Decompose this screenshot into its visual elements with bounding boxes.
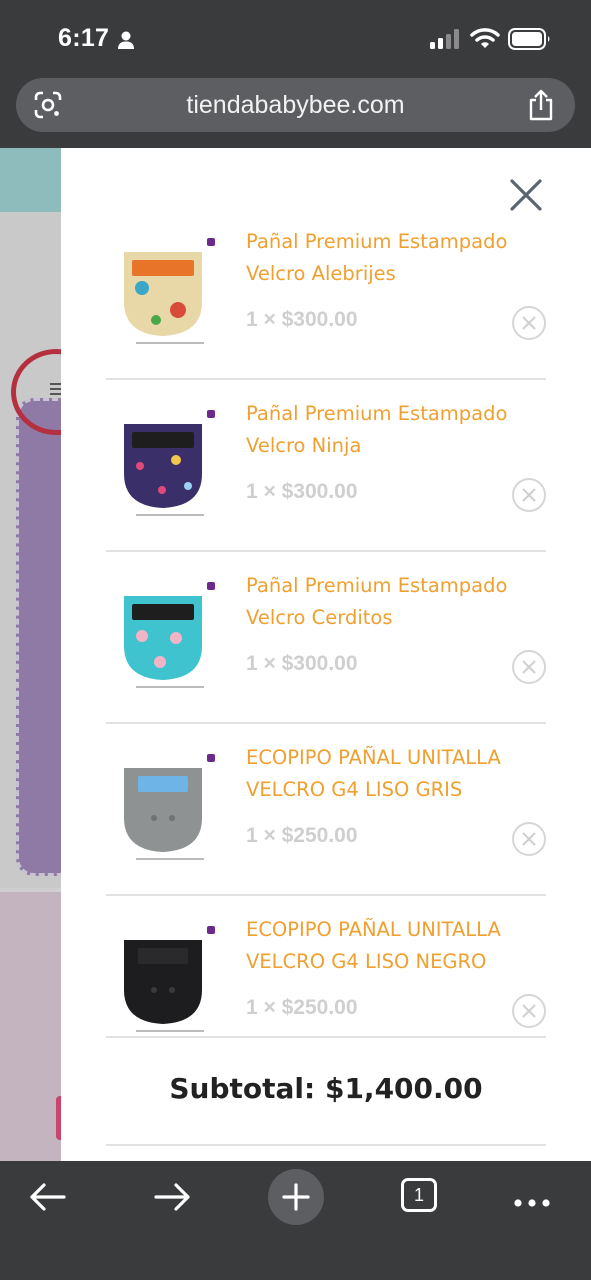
wifi-icon [470, 28, 500, 48]
hamburger-menu-icon [50, 383, 61, 395]
quantity-price: 1 × $300.00 [246, 308, 358, 331]
product-name-link[interactable]: Pañal Premium Estampado Velcro Ninja [246, 398, 546, 462]
product-name-link[interactable]: Pañal Premium Estampado Velcro Alebrijes [246, 226, 546, 290]
cellular-signal-icon [430, 29, 459, 49]
product-name-link[interactable]: ECOPIPO PAÑAL UNITALLA VELCRO G4 LISO GR… [246, 742, 546, 806]
remove-icon [522, 832, 536, 846]
page-footer-section [0, 892, 61, 1161]
browser-toolbar: 1 [0, 1161, 591, 1280]
remove-item-button[interactable] [512, 478, 546, 512]
back-arrow-icon[interactable] [20, 1169, 76, 1225]
status-bar: 6:17 [0, 0, 591, 76]
cart-item: Pañal Premium Estampado Velcro Ninja 1 ×… [106, 380, 546, 552]
remove-icon [522, 488, 536, 502]
more-menu-icon[interactable] [504, 1169, 560, 1225]
quantity-price: 1 × $300.00 [246, 652, 358, 675]
tab-switcher-button[interactable]: 1 [401, 1178, 437, 1212]
cart-item: ECOPIPO PAÑAL UNITALLA VELCRO G4 LISO GR… [106, 724, 546, 896]
divider [106, 1144, 546, 1146]
remove-item-button[interactable] [512, 822, 546, 856]
remove-item-button[interactable] [512, 994, 546, 1028]
new-tab-button[interactable] [268, 1169, 324, 1225]
remove-item-button[interactable] [512, 650, 546, 684]
address-bar[interactable]: tiendababybee.com [16, 78, 575, 132]
cart-items-list: Pañal Premium Estampado Velcro Alebrijes… [106, 208, 546, 1038]
url-text[interactable]: tiendababybee.com [16, 78, 575, 132]
share-icon[interactable] [526, 89, 556, 121]
product-thumbnail[interactable] [106, 582, 216, 692]
remove-icon [522, 316, 536, 330]
status-time: 6:17 [58, 24, 110, 52]
page-card [16, 398, 61, 876]
product-name-link[interactable]: Pañal Premium Estampado Velcro Cerditos [246, 570, 546, 634]
product-name-link[interactable]: ECOPIPO PAÑAL UNITALLA VELCRO G4 LISO NE… [246, 914, 546, 978]
plus-icon [282, 1183, 310, 1211]
product-thumbnail[interactable] [106, 238, 216, 348]
page-background [0, 148, 61, 1161]
cart-item: ECOPIPO PAÑAL UNITALLA VELCRO G4 LISO NE… [106, 896, 546, 1038]
remove-item-button[interactable] [512, 306, 546, 340]
product-thumbnail[interactable] [106, 410, 216, 520]
cart-drawer: Pañal Premium Estampado Velcro Alebrijes… [61, 148, 591, 1161]
quantity-price: 1 × $250.00 [246, 996, 358, 1019]
product-thumbnail[interactable] [106, 926, 216, 1036]
quantity-price: 1 × $250.00 [246, 824, 358, 847]
cart-subtotal: Subtotal: $1,400.00 [169, 1072, 483, 1105]
divider [106, 1036, 546, 1038]
forward-arrow-icon[interactable] [144, 1169, 200, 1225]
quantity-price: 1 × $300.00 [246, 480, 358, 503]
remove-icon [522, 660, 536, 674]
product-thumbnail[interactable] [106, 754, 216, 864]
page-banner [0, 148, 61, 212]
battery-icon [508, 28, 550, 50]
cart-item: Pañal Premium Estampado Velcro Alebrijes… [106, 208, 546, 380]
person-icon [118, 31, 134, 49]
cart-item: Pañal Premium Estampado Velcro Cerditos … [106, 552, 546, 724]
remove-icon [522, 1004, 536, 1018]
